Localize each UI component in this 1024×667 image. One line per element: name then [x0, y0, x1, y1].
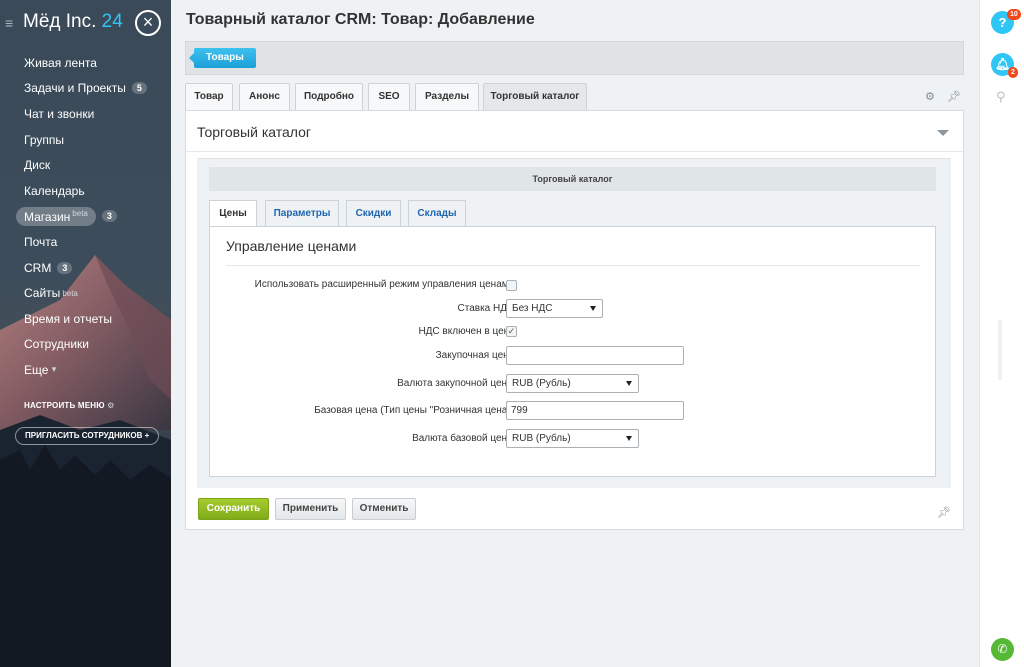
logo[interactable]: Мёд Inc. 24: [23, 11, 123, 33]
tab-announce[interactable]: Анонс: [239, 83, 290, 110]
purchase-currency-label: Валюта закупочной цены:: [397, 378, 517, 389]
apply-button[interactable]: Применить: [275, 498, 346, 520]
sidebar-item-chat[interactable]: Чат и звонки: [0, 101, 171, 127]
sidebar-item-employees[interactable]: Сотрудники: [0, 332, 171, 358]
chevron-down-icon: [590, 306, 596, 311]
sidebar-item-tasks[interactable]: Задачи и Проекты 5: [0, 76, 171, 102]
purchase-price-input[interactable]: [506, 346, 684, 365]
subtab-warehouses[interactable]: Склады: [408, 200, 466, 226]
trade-catalog-panel: Торговый каталог Торговый каталог Цены П…: [185, 110, 964, 530]
breadcrumb-products-button[interactable]: Товары: [189, 48, 256, 68]
divider: [186, 151, 963, 152]
gear-icon[interactable]: ⚙: [925, 91, 935, 103]
tab-tools: ⚙ 📌︎: [925, 90, 961, 103]
close-icon[interactable]: ×: [135, 10, 161, 36]
sidebar-item-mail[interactable]: Почта: [0, 229, 171, 255]
invite-employees-button[interactable]: ПРИГЛАСИТЬ СОТРУДНИКОВ +: [15, 427, 160, 445]
counter-badge: 3: [57, 261, 73, 274]
pin-icon[interactable]: 📌︎: [947, 91, 961, 103]
sidebar-item-shop[interactable]: Магазин beta 3: [0, 204, 171, 230]
chevron-down-icon: [626, 436, 632, 441]
collapse-caret-icon[interactable]: [937, 130, 949, 136]
subtab-parameters[interactable]: Параметры: [265, 200, 339, 226]
sidebar-item-calendar[interactable]: Календарь: [0, 178, 171, 204]
section-header: Торговый каталог: [209, 167, 936, 191]
base-price-label: Базовая цена (Тип цены "Розничная цена")…: [314, 405, 517, 416]
phone-icon[interactable]: ✆: [991, 638, 1014, 661]
sidebar-item-crm[interactable]: CRM 3: [0, 255, 171, 281]
tab-product[interactable]: Товар: [185, 83, 233, 110]
extended-mode-checkbox[interactable]: [506, 280, 517, 291]
sidebar-item-more[interactable]: Еще ▾: [0, 357, 171, 383]
chevron-down-icon: ▾: [51, 364, 57, 375]
pin-icon[interactable]: 📌︎: [937, 506, 951, 519]
panel-title: Торговый каталог: [197, 124, 311, 140]
chevron-down-icon: [626, 381, 632, 386]
vat-rate-select[interactable]: Без НДС: [506, 299, 603, 318]
menu-hamburger-icon[interactable]: ≡: [5, 15, 13, 31]
subtab-discounts[interactable]: Скидки: [346, 200, 401, 226]
page-title: Товарный каталог CRM: Товар: Добавление: [186, 11, 535, 28]
counter-badge: 3: [101, 210, 117, 223]
vat-included-label: НДС включен в цену:: [418, 326, 517, 337]
purchase-price-label: Закупочная цена:: [435, 350, 517, 361]
vat-included-checkbox[interactable]: ✓: [506, 326, 517, 337]
save-button[interactable]: Сохранить: [198, 498, 269, 520]
toolbar: Товары: [185, 41, 964, 75]
sidebar-item-disk[interactable]: Диск: [0, 152, 171, 178]
base-currency-label: Валюта базовой цены:: [412, 433, 517, 444]
search-icon[interactable]: ⚲: [996, 89, 1006, 105]
sidebar-menu: Живая лента Задачи и Проекты 5 Чат и звон…: [0, 50, 171, 383]
tab-sections[interactable]: Разделы: [415, 83, 479, 110]
sidebar-item-groups[interactable]: Группы: [0, 127, 171, 153]
sidebar-item-time-reports[interactable]: Время и отчеты: [0, 306, 171, 332]
extended-mode-label: Использовать расширенный режим управлени…: [254, 279, 517, 290]
subtab-prices[interactable]: Цены: [209, 200, 257, 227]
tab-seo[interactable]: SEO: [368, 83, 410, 110]
panel-body: Торговый каталог Цены Параметры Скидки С…: [197, 158, 951, 488]
sidebar-item-sites[interactable]: Сайты beta: [0, 280, 171, 306]
gear-icon: ⚙: [107, 401, 115, 410]
configure-menu-link[interactable]: НАСТРОИТЬ МЕНЮ ⚙: [24, 401, 115, 410]
purchase-currency-select[interactable]: RUB (Рубль): [506, 374, 639, 393]
help-badge: 10: [1007, 9, 1021, 20]
sidebar: ≡ Мёд Inc. 24 × Живая лента Задачи и Про…: [0, 0, 171, 667]
right-toolbar: ? 10 🔔︎ 2 ⚲ ✆: [979, 0, 1024, 667]
section-title: Управление ценами: [226, 238, 357, 254]
scroll-handle[interactable]: [998, 320, 1002, 380]
cancel-button[interactable]: Отменить: [352, 498, 416, 520]
tab-details[interactable]: Подробно: [295, 83, 363, 110]
price-management-form: Управление ценами Использовать расширенн…: [209, 226, 936, 477]
tab-trade-catalog[interactable]: Торговый каталог: [483, 83, 587, 110]
base-price-input[interactable]: 799: [506, 401, 684, 420]
counter-badge: 5: [131, 82, 147, 95]
notification-badge: 2: [1008, 67, 1018, 78]
sidebar-item-live-feed[interactable]: Живая лента: [0, 50, 171, 76]
base-currency-select[interactable]: RUB (Рубль): [506, 429, 639, 448]
divider: [226, 265, 920, 266]
